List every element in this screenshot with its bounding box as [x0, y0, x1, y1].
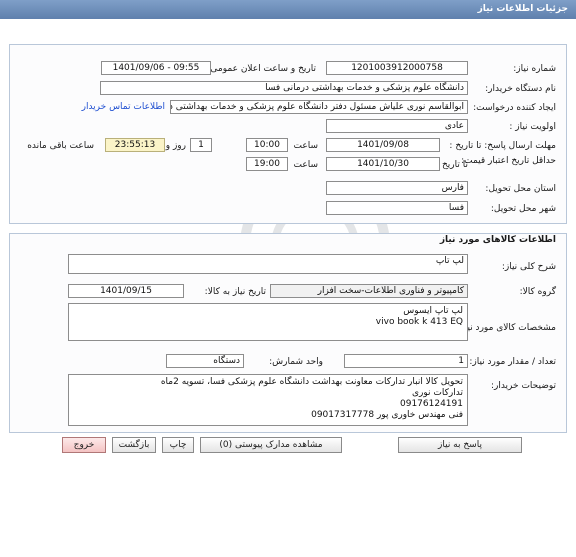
requester-value: ابوالقاسم نوری علیاش مسئول دفتر دانشگاه …: [170, 100, 468, 114]
quantity-label: تعداد / مقدار مورد نیاز:: [469, 357, 556, 367]
unit-label: واحد شمارش:: [269, 357, 323, 367]
priority-label: اولویت نیاز :: [509, 122, 556, 132]
deadline-time-value: 10:00: [246, 138, 288, 152]
goods-section-title: اطلاعات کالاهای مورد نیاز: [439, 235, 556, 245]
exit-button[interactable]: خروج: [62, 437, 106, 453]
general-desc-value: لپ تاپ: [68, 254, 468, 274]
buyer-notes-value: تحویل کالا انبار تدارکات معاونت بهداشت د…: [68, 374, 468, 426]
buyer-notes-line: 09176124191: [400, 399, 463, 409]
buyer-notes-line: تدارکات نوری: [412, 388, 463, 398]
buyer-notes-line: فنی مهندس خاوری پور 09017317778: [311, 410, 463, 420]
days-and-label: روز و: [165, 141, 186, 151]
remaining-time-value: 23:55:13: [105, 138, 165, 152]
min-validity-label: حداقل تاریخ اعتبار قیمت:: [461, 156, 556, 166]
province-label: استان محل تحویل:: [485, 184, 556, 194]
goods-spec-value: لپ تاپ ایسوس vivo book k 413 EQ: [68, 303, 468, 341]
attachments-button[interactable]: مشاهده مدارک پیوستی (0): [200, 437, 342, 453]
goods-group-value: کامپیوتر و فناوری اطلاعات-سخت افزار: [270, 284, 468, 298]
validity-time-label: ساعت: [293, 160, 319, 170]
province-value: فارس: [326, 181, 468, 195]
print-button[interactable]: چاپ: [162, 437, 194, 453]
deadline-time-label: ساعت: [293, 141, 319, 151]
need-number-value: 1201003912000758: [326, 61, 468, 75]
priority-value: عادی: [326, 119, 468, 133]
reply-button[interactable]: پاسخ به نیاز: [398, 437, 522, 453]
quantity-value: 1: [344, 354, 468, 368]
window-title: جزئیات اطلاعات نیاز: [0, 0, 576, 19]
buyer-org-value: دانشگاه علوم پزشکی و خدمات بهداشتی درمان…: [100, 81, 468, 95]
buyer-notes-label: توضیحات خریدار:: [490, 381, 556, 391]
back-button[interactable]: بازگشت: [112, 437, 156, 453]
city-value: فسا: [326, 201, 468, 215]
city-label: شهر محل تحویل:: [490, 204, 556, 214]
goods-group-label: گروه کالا:: [519, 287, 556, 297]
validity-date-value: 1401/10/30: [326, 157, 440, 171]
buyer-contact-link[interactable]: اطلاعات تماس خریدار: [82, 102, 165, 112]
remaining-time-label: ساعت باقی مانده: [27, 141, 94, 151]
need-date-label: تاریخ نیاز به کالا:: [204, 287, 266, 297]
deadline-date-value: 1401/09/08: [326, 138, 440, 152]
unit-value: دستگاه: [166, 354, 244, 368]
goods-spec-line: لپ تاپ ایسوس: [403, 306, 463, 316]
need-date-value: 1401/09/15: [68, 284, 184, 298]
announce-datetime-label: تاریخ و ساعت اعلان عمومی:: [207, 64, 316, 74]
goods-spec-line: vivo book k 413 EQ: [375, 317, 463, 327]
announce-datetime-value: 1401/09/06 - 09:55: [101, 61, 211, 75]
general-desc-label: شرح کلی نیاز:: [501, 262, 556, 272]
buyer-org-label: نام دستگاه خریدار:: [485, 84, 556, 94]
deadline-label: مهلت ارسال پاسخ: تا تاریخ :: [449, 141, 556, 151]
buyer-notes-line: تحویل کالا انبار تدارکات معاونت بهداشت د…: [160, 377, 463, 387]
requester-label: ایجاد کننده درخواست:: [473, 103, 556, 113]
until-date-label: تا تاریخ :: [436, 160, 468, 170]
remaining-days-value: 1: [190, 138, 212, 152]
validity-time-value: 19:00: [246, 157, 288, 171]
goods-spec-label: مشخصات کالای مورد نیاز:: [457, 323, 556, 333]
need-number-label: شماره نیاز:: [513, 64, 556, 74]
